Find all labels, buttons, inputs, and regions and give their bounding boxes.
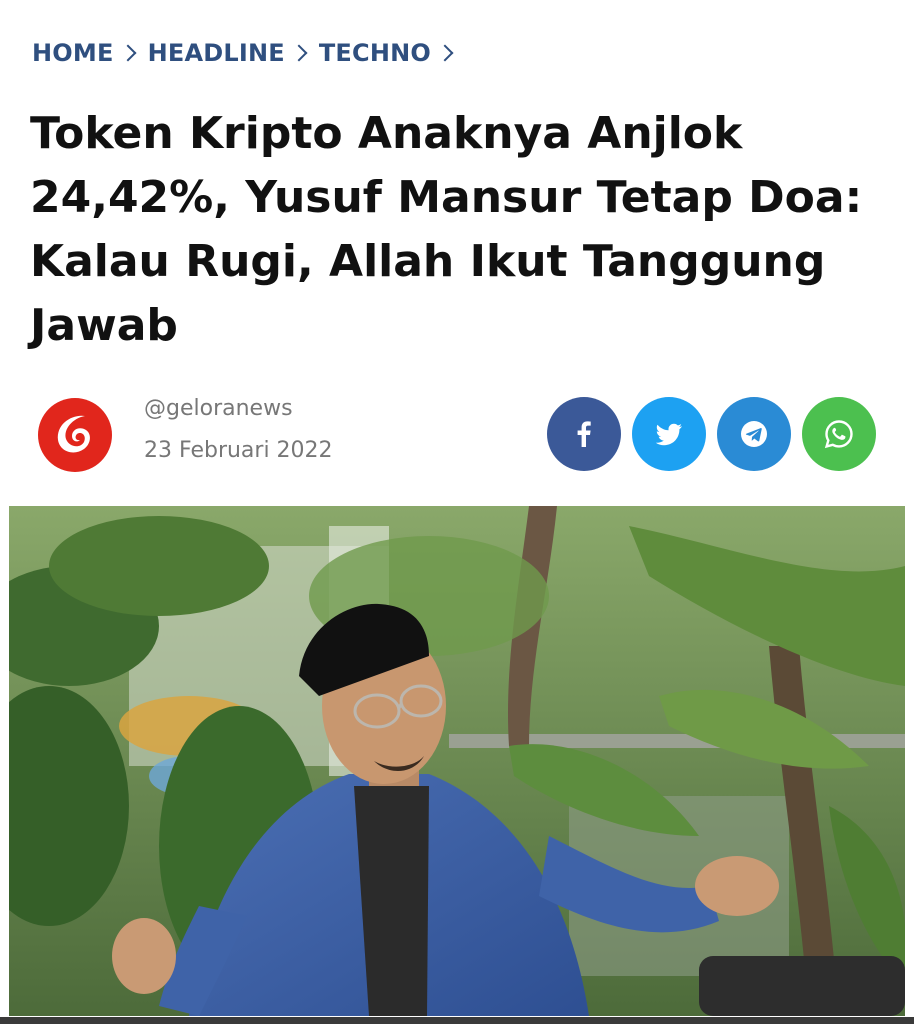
publish-date: 23 Februari 2022 <box>144 438 333 463</box>
share-telegram-button[interactable] <box>717 397 791 471</box>
telegram-icon <box>741 421 767 447</box>
bottom-bar <box>0 1017 914 1024</box>
breadcrumb-techno[interactable]: TECHNO <box>319 39 431 67</box>
article-title: Token Kripto Anaknya Anjlok 24,42%, Yusu… <box>30 108 863 351</box>
article-photo[interactable] <box>9 506 905 1016</box>
breadcrumb-headline[interactable]: HEADLINE <box>148 39 285 67</box>
breadcrumb: HOME HEADLINE TECHNO <box>32 36 459 70</box>
twitter-icon <box>655 423 682 446</box>
gelora-logo-icon <box>38 398 112 472</box>
author-handle[interactable]: @geloranews <box>144 396 293 421</box>
breadcrumb-home[interactable]: HOME <box>32 39 114 67</box>
whatsapp-icon <box>824 420 853 449</box>
share-twitter-button[interactable] <box>632 397 706 471</box>
facebook-icon <box>577 421 591 447</box>
share-facebook-button[interactable] <box>547 397 621 471</box>
share-buttons <box>547 397 876 471</box>
article-photo-illustration <box>9 506 905 1016</box>
chevron-right-icon <box>436 44 454 62</box>
publisher-logo[interactable] <box>36 396 114 474</box>
chevron-right-icon <box>119 44 137 62</box>
share-whatsapp-button[interactable] <box>802 397 876 471</box>
article-byline: @geloranews 23 Februari 2022 <box>36 396 876 474</box>
chevron-right-icon <box>290 44 308 62</box>
